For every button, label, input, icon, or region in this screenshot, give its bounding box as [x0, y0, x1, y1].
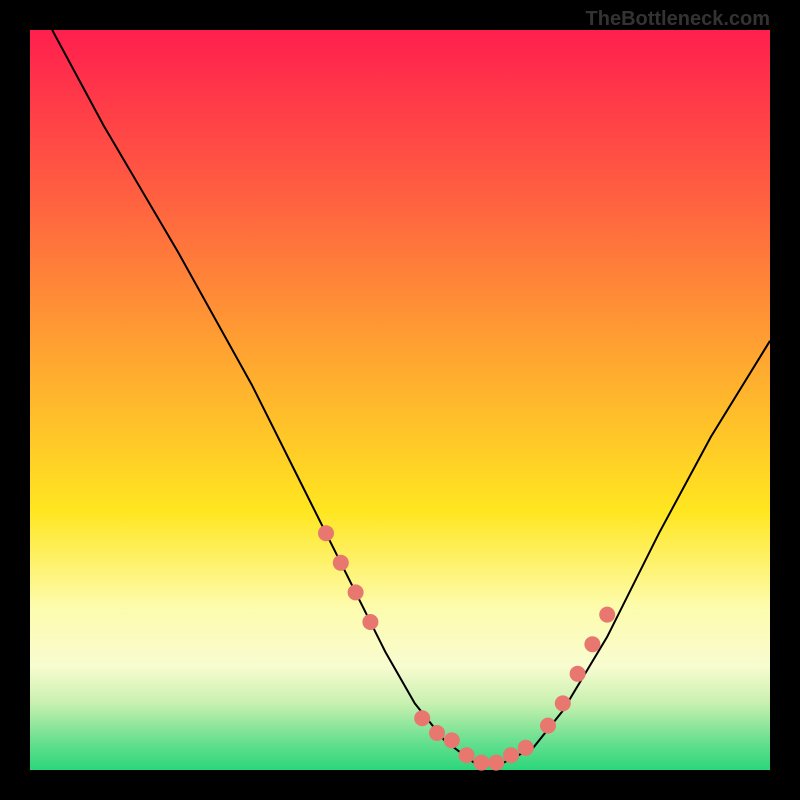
data-point	[414, 710, 430, 726]
data-point	[429, 725, 445, 741]
chart-container: TheBottleneck.com	[0, 0, 800, 800]
data-point	[540, 718, 556, 734]
data-point	[348, 584, 364, 600]
data-point	[444, 732, 460, 748]
chart-svg	[0, 0, 800, 800]
plot-background	[30, 30, 770, 770]
data-point	[333, 555, 349, 571]
data-point	[503, 747, 519, 763]
data-point	[473, 755, 489, 771]
data-point	[518, 740, 534, 756]
watermark-text: TheBottleneck.com	[586, 8, 770, 31]
data-point	[555, 695, 571, 711]
data-point	[599, 607, 615, 623]
data-point	[459, 747, 475, 763]
data-point	[584, 636, 600, 652]
data-point	[362, 614, 378, 630]
data-point	[488, 755, 504, 771]
data-point	[318, 525, 334, 541]
data-point	[570, 666, 586, 682]
